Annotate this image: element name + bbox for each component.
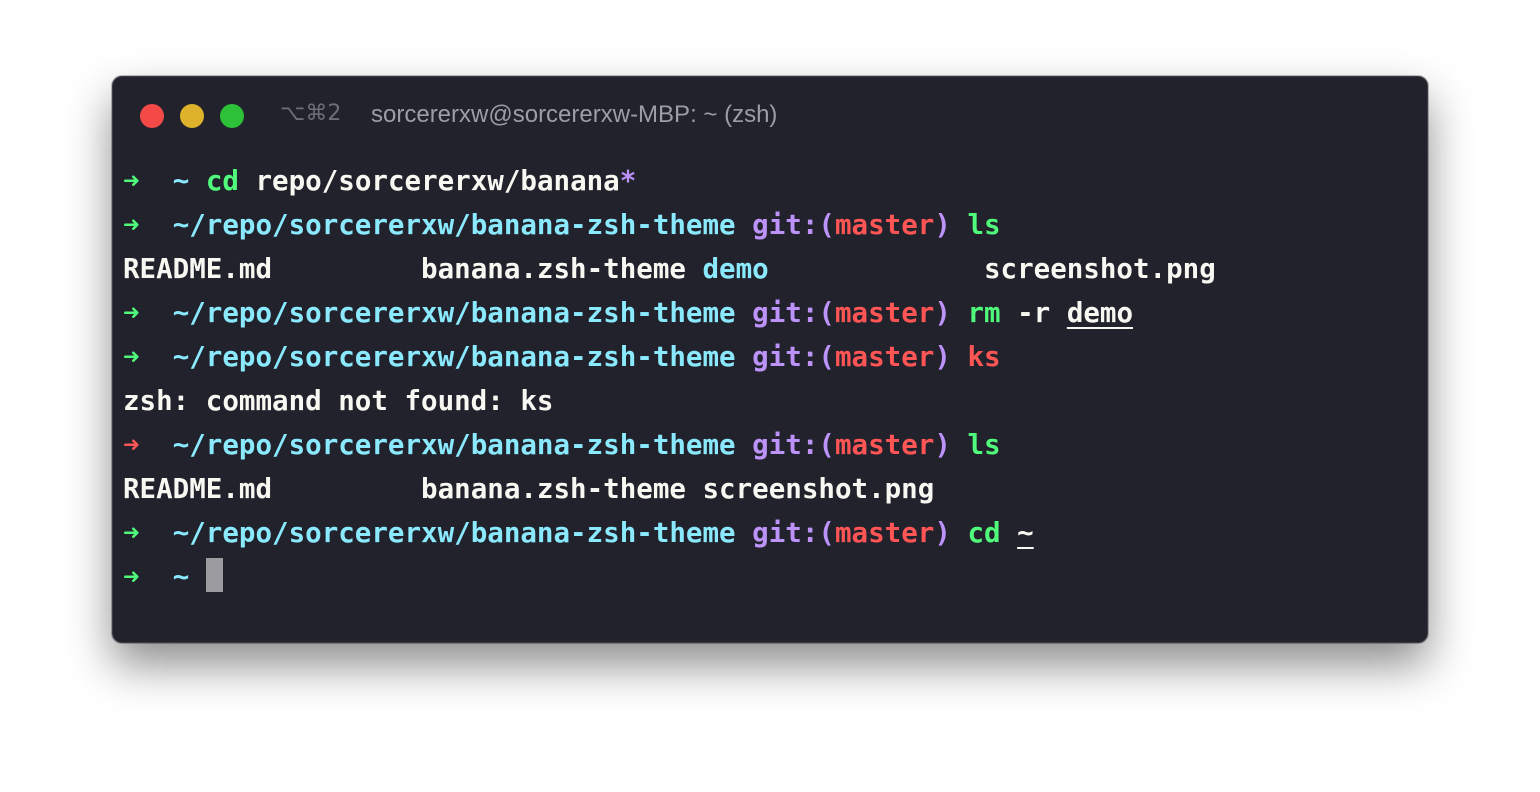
prompt-path: ~/repo/sorcererxw/banana-zsh-theme bbox=[172, 429, 736, 461]
command: rm bbox=[967, 297, 1001, 329]
error-output: zsh: command not found: ks bbox=[123, 385, 554, 417]
command-invalid: ks bbox=[967, 341, 1001, 373]
terminal-line: ➜ ~/repo/sorcererxw/banana-zsh-theme git… bbox=[123, 291, 1216, 335]
git-branch: master bbox=[834, 429, 935, 461]
git-suffix: ) bbox=[934, 517, 951, 549]
prompt-path: ~/repo/sorcererxw/banana-zsh-theme bbox=[172, 341, 736, 373]
git-suffix: ) bbox=[934, 297, 951, 329]
prompt-arrow-icon: ➜ bbox=[123, 561, 140, 593]
command: ls bbox=[967, 209, 1001, 241]
file-entry: screenshot.png bbox=[702, 473, 935, 505]
prompt-path: ~/repo/sorcererxw/banana-zsh-theme bbox=[172, 297, 736, 329]
prompt-arrow-icon: ➜ bbox=[123, 341, 140, 373]
file-entry: README.md bbox=[123, 253, 273, 285]
git-branch: master bbox=[834, 517, 935, 549]
prompt-arrow-icon: ➜ bbox=[123, 517, 140, 549]
prompt-path: ~/repo/sorcererxw/banana-zsh-theme bbox=[172, 209, 736, 241]
file-entry: banana.zsh-theme bbox=[421, 473, 686, 505]
tab-shortcut: ⌥⌘2 bbox=[280, 101, 342, 126]
git-prefix: git:( bbox=[752, 297, 835, 329]
git-prefix: git:( bbox=[752, 341, 835, 373]
file-entry: README.md bbox=[123, 473, 273, 505]
title-bar: ⌥⌘2 sorcererxw@sorcererxw-MBP: ~ (zsh) bbox=[113, 77, 1427, 153]
command-argument: demo bbox=[1066, 297, 1134, 329]
command-argument: ~ bbox=[1017, 517, 1034, 549]
git-suffix: ) bbox=[934, 209, 951, 241]
prompt-arrow-icon: ➜ bbox=[123, 165, 140, 197]
terminal-window: ⌥⌘2 sorcererxw@sorcererxw-MBP: ~ (zsh) ➜… bbox=[112, 76, 1428, 643]
terminal-line: ➜ ~ bbox=[123, 555, 1216, 599]
prompt-path: ~ bbox=[172, 165, 190, 197]
git-branch: master bbox=[834, 341, 935, 373]
prompt-arrow-icon: ➜ bbox=[123, 297, 140, 329]
glob-star: * bbox=[619, 165, 637, 197]
minimize-button[interactable] bbox=[180, 104, 204, 128]
terminal-line: README.md banana.zsh-theme screenshot.pn… bbox=[123, 467, 1216, 511]
git-branch: master bbox=[834, 209, 935, 241]
terminal-line: ➜ ~/repo/sorcererxw/banana-zsh-theme git… bbox=[123, 423, 1216, 467]
command-argument: repo/sorcererxw/banana bbox=[255, 165, 620, 197]
terminal-line: ➜ ~/repo/sorcererxw/banana-zsh-theme git… bbox=[123, 203, 1216, 247]
git-suffix: ) bbox=[934, 429, 951, 461]
prompt-arrow-icon: ➜ bbox=[123, 209, 140, 241]
terminal-line: ➜ ~/repo/sorcererxw/banana-zsh-theme git… bbox=[123, 511, 1216, 555]
terminal-line: ➜ ~ cd repo/sorcererxw/banana* bbox=[123, 159, 1216, 203]
git-prefix: git:( bbox=[752, 429, 835, 461]
file-entry: screenshot.png bbox=[983, 253, 1216, 285]
command-flag: -r bbox=[1017, 297, 1051, 329]
terminal-output[interactable]: ➜ ~ cd repo/sorcererxw/banana* ➜ ~/repo/s… bbox=[123, 159, 1216, 599]
git-prefix: git:( bbox=[752, 209, 835, 241]
text-cursor[interactable] bbox=[205, 558, 223, 592]
terminal-line: README.md banana.zsh-theme demo screensh… bbox=[123, 247, 1216, 291]
file-entry: banana.zsh-theme bbox=[421, 253, 686, 285]
terminal-line: ➜ ~/repo/sorcererxw/banana-zsh-theme git… bbox=[123, 335, 1216, 379]
directory-entry: demo bbox=[702, 253, 769, 285]
command: cd bbox=[205, 165, 239, 197]
git-prefix: git:( bbox=[752, 517, 835, 549]
prompt-path: ~ bbox=[172, 561, 190, 593]
prompt-path: ~/repo/sorcererxw/banana-zsh-theme bbox=[172, 517, 736, 549]
window-title: sorcererxw@sorcererxw-MBP: ~ (zsh) bbox=[371, 101, 778, 128]
command: ls bbox=[967, 429, 1001, 461]
git-suffix: ) bbox=[934, 341, 951, 373]
git-branch: master bbox=[834, 297, 935, 329]
zoom-button[interactable] bbox=[220, 104, 244, 128]
prompt-arrow-error-icon: ➜ bbox=[123, 429, 140, 461]
command: cd bbox=[967, 517, 1001, 549]
close-button[interactable] bbox=[140, 104, 164, 128]
terminal-line: zsh: command not found: ks bbox=[123, 379, 1216, 423]
